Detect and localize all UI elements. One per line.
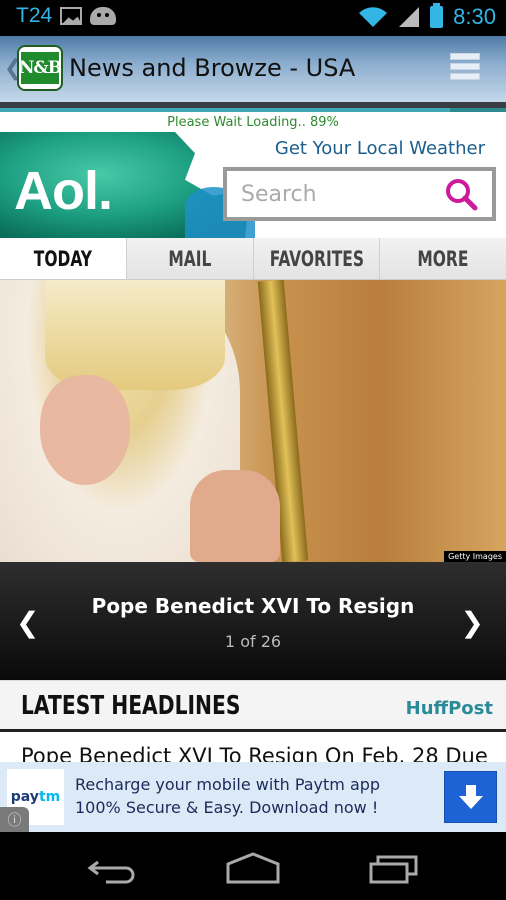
paytm-logo-main: pay	[10, 789, 39, 805]
signal-icon	[399, 7, 420, 27]
app-logo[interactable]: N&B	[17, 45, 63, 91]
search-box	[223, 167, 496, 221]
ad-info-icon[interactable]: ⓘ	[0, 807, 29, 832]
hero-figure-mitre	[45, 280, 225, 390]
app-title: News and Browze - USA	[69, 54, 356, 82]
status-bar: T24 8:30	[0, 0, 506, 36]
tab-mail[interactable]: MAIL	[125, 238, 253, 279]
ad-line-2: 100% Secure & Easy. Download now !	[75, 798, 379, 817]
tab-today-label: TODAY	[11, 238, 115, 279]
carousel-counter: 1 of 26	[224, 632, 282, 651]
back-icon[interactable]	[86, 852, 142, 884]
huffpost-link[interactable]: HuffPost	[406, 698, 493, 719]
tab-today[interactable]: TODAY	[0, 238, 126, 279]
hero-figure-face	[40, 375, 130, 485]
loading-status-text: Please Wait Loading.. 89%	[167, 115, 339, 130]
app-logo-text: N&B	[19, 52, 62, 84]
tab-favorites[interactable]: FAVORITES	[252, 238, 380, 279]
hero-image[interactable]: Getty Images	[0, 280, 506, 562]
status-right: 8:30	[358, 3, 496, 30]
download-arrow-icon	[458, 785, 483, 809]
latest-headlines-header: LATEST HEADLINES HuffPost	[0, 680, 506, 732]
menu-line	[450, 73, 480, 80]
tab-more-label: MORE	[417, 246, 469, 271]
carousel-title[interactable]: Pope Benedict XVI To Resign	[0, 594, 506, 618]
tab-more[interactable]: MORE	[379, 238, 506, 279]
paytm-logo-accent: tm	[38, 789, 61, 805]
section-title: LATEST HEADLINES	[21, 691, 241, 721]
status-left: T24	[16, 4, 117, 28]
local-weather-link[interactable]: Get Your Local Weather	[275, 138, 485, 159]
app-action-bar: ❮ N&B News and Browze - USA	[0, 36, 506, 102]
search-icon[interactable]	[444, 177, 478, 211]
ad-line-1: Recharge your mobile with Paytm app	[75, 775, 381, 794]
webview: Please Wait Loading.. 89% Aol. Get Your …	[0, 112, 506, 832]
menu-list-icon[interactable]	[450, 53, 480, 81]
ad-download-button[interactable]	[444, 771, 497, 823]
aol-logo[interactable]: Aol.	[14, 160, 113, 222]
tab-mail-label: MAIL	[168, 246, 212, 271]
recents-icon[interactable]	[368, 852, 424, 884]
ad-banner[interactable]: pay tm Recharge your mobile with Paytm ap…	[0, 762, 506, 832]
tab-favorites-label: FAVORITES	[269, 246, 364, 271]
aol-header: Aol. Get Your Local Weather	[0, 132, 506, 238]
battery-charging-icon	[430, 3, 444, 28]
menu-line	[450, 53, 480, 60]
hero-hand	[190, 470, 280, 562]
clock: 8:30	[453, 4, 496, 29]
menu-line	[450, 63, 480, 70]
system-nav-bar	[0, 832, 506, 900]
ad-text: Recharge your mobile with Paytm app 100%…	[75, 773, 380, 819]
carousel-next-button[interactable]: ❯	[461, 606, 484, 639]
carrier-label: T24	[16, 4, 53, 27]
wifi-icon	[359, 7, 388, 28]
image-credit: Getty Images	[444, 551, 506, 562]
home-icon[interactable]	[225, 852, 281, 884]
hero-carousel-caption: ❮ Pope Benedict XVI To Resign 1 of 26 ❯	[0, 562, 506, 680]
aol-tabs: TODAY MAIL FAVORITES MORE	[0, 238, 506, 280]
android-icon	[90, 7, 117, 25]
search-input[interactable]	[241, 179, 431, 209]
image-icon	[60, 7, 83, 25]
